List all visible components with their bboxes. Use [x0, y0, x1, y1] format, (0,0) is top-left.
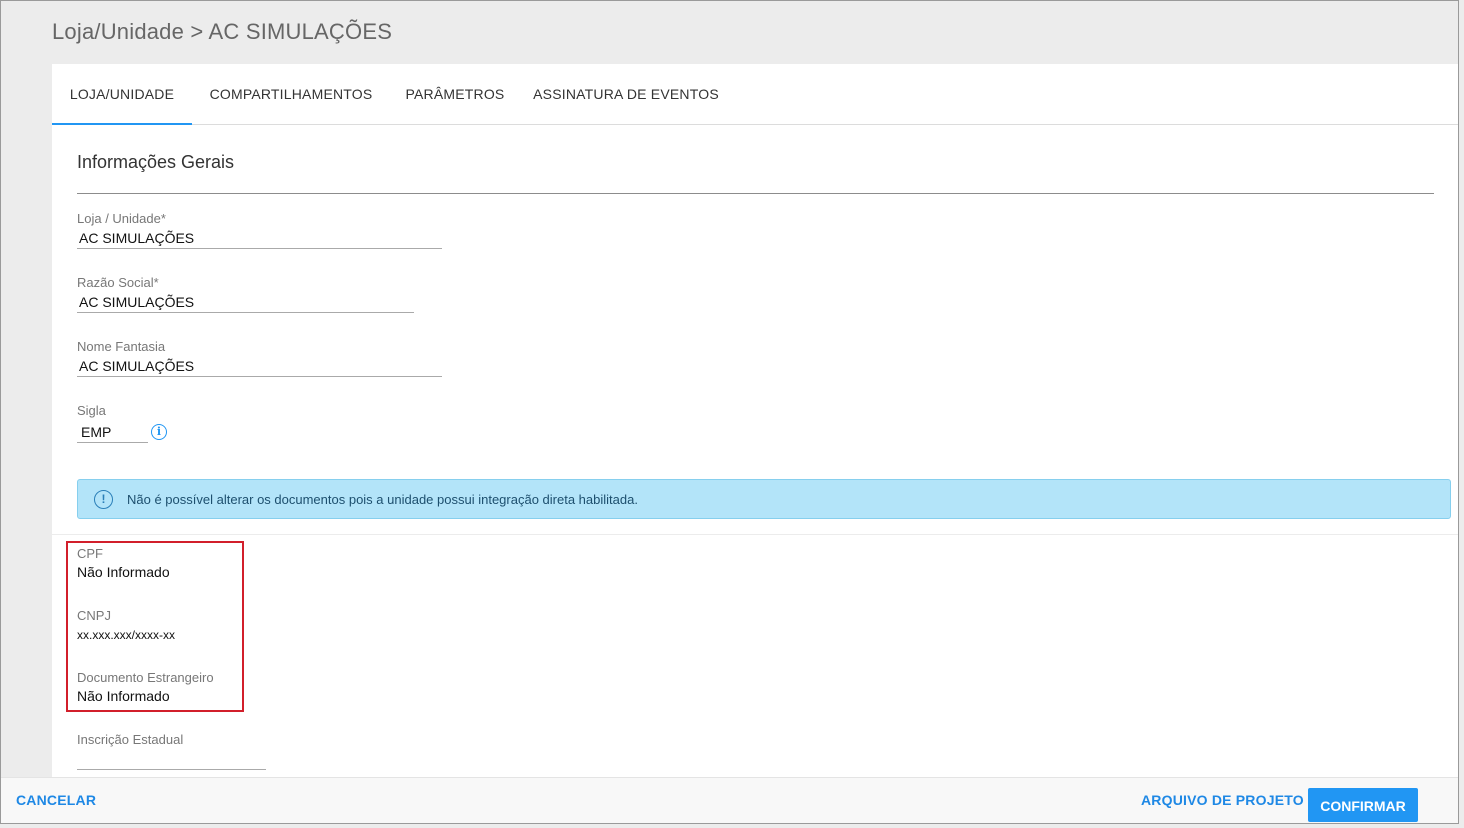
documento-estrangeiro-value: Não Informado [77, 688, 170, 704]
sigla-label: Sigla [77, 403, 106, 418]
section-divider [77, 193, 1434, 194]
inscricao-estadual-input[interactable] [77, 748, 266, 770]
sigla-info-icon[interactable]: i [151, 424, 167, 440]
section-title: Informações Gerais [77, 152, 235, 172]
documento-estrangeiro-label: Documento Estrangeiro [77, 670, 214, 685]
inscricao-estadual-label: Inscrição Estadual [77, 732, 184, 747]
integration-alert: ! Não é possível alterar os documentos p… [77, 479, 1451, 519]
tab-compartilhamentos[interactable]: COMPARTILHAMENTOS [192, 64, 390, 125]
breadcrumb-section[interactable]: Loja/Unidade [52, 19, 184, 44]
section-divider-light [52, 534, 1458, 535]
razao-social-input[interactable] [77, 291, 414, 313]
info-circle-icon: ! [94, 490, 113, 509]
tab-loja-unidade[interactable]: LOJA/UNIDADE [52, 64, 192, 125]
loja-unidade-label: Loja / Unidade* [77, 211, 166, 226]
breadcrumb-current: AC SIMULAÇÕES [208, 19, 393, 44]
tab-assinatura-de-eventos[interactable]: ASSINATURA DE EVENTOS [520, 64, 732, 125]
breadcrumb-separator: > [190, 19, 204, 44]
cnpj-label: CNPJ [77, 608, 111, 623]
page-title: Loja/Unidade > AC SIMULAÇÕES [52, 19, 392, 45]
project-file-button[interactable]: ARQUIVO DE PROJETO [1141, 792, 1304, 808]
main-panel: LOJA/UNIDADE COMPARTILHAMENTOS PARÂMETRO… [52, 64, 1458, 777]
window-frame: Loja/Unidade > AC SIMULAÇÕES LOJA/UNIDAD… [0, 0, 1459, 824]
sigla-input[interactable] [77, 421, 148, 443]
nome-fantasia-label: Nome Fantasia [77, 339, 166, 354]
cancel-button[interactable]: CANCELAR [16, 792, 96, 808]
cpf-label: CPF [77, 546, 103, 561]
loja-unidade-input[interactable] [77, 227, 442, 249]
tab-parametros[interactable]: PARÂMETROS [390, 64, 520, 125]
alert-text: Não é possível alterar os documentos poi… [127, 492, 638, 507]
footer-bar: CANCELAR ARQUIVO DE PROJETO CONFIRMAR [1, 777, 1458, 823]
razao-social-label: Razão Social* [77, 275, 159, 290]
nome-fantasia-input[interactable] [77, 355, 442, 377]
cpf-value: Não Informado [77, 564, 170, 580]
tab-bar: LOJA/UNIDADE COMPARTILHAMENTOS PARÂMETRO… [52, 64, 1458, 125]
cnpj-value: xx.xxx.xxx/xxxx-xx [77, 628, 175, 642]
confirm-button[interactable]: CONFIRMAR [1308, 788, 1418, 822]
